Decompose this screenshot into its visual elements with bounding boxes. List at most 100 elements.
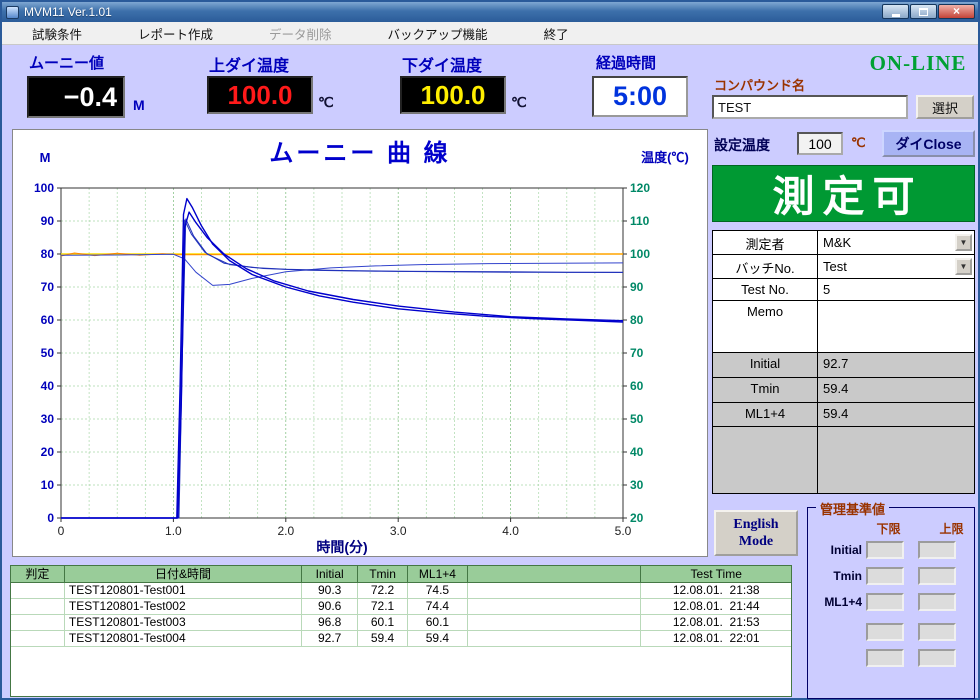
limit-input-upper[interactable]	[918, 623, 956, 641]
limits-headers: 下限 上限	[870, 520, 970, 537]
svg-text:60: 60	[630, 379, 644, 393]
set-temp-input[interactable]: 100	[797, 132, 843, 155]
svg-text:40: 40	[630, 445, 644, 459]
operator-label: 測定者	[713, 231, 818, 254]
menu-item[interactable]: 終了	[530, 21, 583, 46]
fields-filler	[818, 427, 974, 493]
set-temp-unit: ℃	[851, 135, 866, 151]
results-table: 判定日付&時間InitialTminML1+4Test Time TEST120…	[10, 565, 792, 697]
compound-name-input[interactable]: TEST	[712, 95, 908, 119]
limit-input-upper[interactable]	[918, 567, 956, 585]
set-temp-label: 設定温度	[714, 135, 770, 155]
lower-limit-header: 下限	[870, 520, 907, 537]
die-close-button[interactable]: ダイClose	[882, 130, 975, 157]
close-button[interactable]: ×	[938, 4, 975, 19]
svg-text:70: 70	[41, 280, 55, 294]
svg-text:110: 110	[630, 214, 650, 228]
maximize-button[interactable]	[910, 4, 937, 19]
tmin-label: Tmin	[713, 378, 818, 402]
window-controls: ×	[882, 4, 975, 19]
fields-filler	[713, 427, 818, 493]
upper-die-display: 100.0	[207, 76, 313, 114]
app-window: MVM11 Ver.1.01 × 試験条件 レポート作成 データ削除 バックアップ機能…	[0, 0, 980, 700]
compound-name-label: コンパウンド名	[714, 75, 805, 94]
results-cell: 74.4	[408, 599, 468, 614]
limit-input-lower[interactable]	[866, 541, 904, 559]
results-cell: 12.08.01. 21:38	[641, 583, 791, 598]
limit-input-upper[interactable]	[918, 649, 956, 667]
results-cell	[11, 631, 65, 646]
svg-text:90: 90	[630, 280, 644, 294]
svg-text:90: 90	[41, 214, 55, 228]
svg-text:100: 100	[630, 247, 650, 261]
svg-text:60: 60	[41, 313, 55, 327]
english-mode-button[interactable]: English Mode	[714, 510, 798, 556]
menu-bar: 試験条件 レポート作成 データ削除 バックアップ機能 終了	[2, 22, 978, 45]
results-cell: 90.6	[302, 599, 358, 614]
table-row[interactable]: TEST120801-Test00290.672.174.412.08.01. …	[11, 599, 791, 615]
results-header-cell: 判定	[11, 566, 65, 582]
results-header-cell	[468, 566, 642, 582]
svg-text:M: M	[40, 150, 51, 165]
upper-die-unit: ℃	[318, 94, 334, 111]
online-status: ON-LINE	[860, 51, 976, 76]
svg-text:4.0: 4.0	[502, 524, 519, 538]
menu-item[interactable]: 試験条件	[18, 21, 96, 46]
svg-text:10: 10	[41, 478, 55, 492]
elapsed-time-label: 経過時間	[596, 52, 656, 73]
english-mode-line2: Mode	[739, 533, 773, 550]
svg-text:1.0: 1.0	[165, 524, 182, 538]
limits-row	[808, 648, 974, 668]
results-body: TEST120801-Test00190.372.274.512.08.01. …	[11, 583, 791, 647]
table-row[interactable]: TEST120801-Test00396.860.160.112.08.01. …	[11, 615, 791, 631]
svg-text:30: 30	[630, 478, 644, 492]
limit-input-lower[interactable]	[866, 593, 904, 611]
lower-die-label: 下ダイ温度	[402, 52, 482, 76]
app-icon	[6, 6, 19, 19]
mooney-chart-svg: 0102030405060708090100203040506070809010…	[13, 130, 709, 558]
svg-text:100: 100	[34, 181, 54, 195]
measurement-fields: 測定者 M&K ▼ バッチNo. Test ▼ Test No. 5 Memo	[712, 230, 975, 494]
results-header-cell: Initial	[302, 566, 358, 582]
initial-value: 92.7	[818, 353, 974, 377]
batch-no-dropdown[interactable]: Test ▼	[818, 255, 974, 278]
svg-text:40: 40	[41, 379, 55, 393]
upper-die-value: 100.0	[227, 80, 292, 111]
title-bar[interactable]: MVM11 Ver.1.01 ×	[2, 2, 978, 22]
svg-text:3.0: 3.0	[390, 524, 407, 538]
limits-row: Initial	[808, 540, 974, 560]
results-cell	[11, 583, 65, 598]
results-header-cell: Test Time	[641, 566, 791, 582]
mooney-unit: M	[133, 97, 145, 113]
lower-die-unit: ℃	[511, 94, 527, 111]
results-header-cell: ML1+4	[408, 566, 468, 582]
limit-input-lower[interactable]	[866, 649, 904, 667]
results-cell: 12.08.01. 21:53	[641, 615, 791, 630]
memo-input[interactable]	[818, 301, 974, 352]
limit-input-upper[interactable]	[918, 541, 956, 559]
compound-select-button[interactable]: 選択	[916, 95, 974, 119]
svg-text:0: 0	[47, 511, 54, 525]
svg-text:時間(分): 時間(分)	[316, 539, 367, 555]
test-no-value[interactable]: 5	[818, 279, 974, 300]
table-row[interactable]: TEST120801-Test00190.372.274.512.08.01. …	[11, 583, 791, 599]
limit-input-lower[interactable]	[866, 567, 904, 585]
svg-text:80: 80	[630, 313, 644, 327]
initial-label: Initial	[713, 353, 818, 377]
limits-row-label: Tmin	[814, 569, 866, 583]
svg-text:70: 70	[630, 346, 644, 360]
limit-input-lower[interactable]	[866, 623, 904, 641]
menu-item[interactable]: レポート作成	[124, 21, 227, 46]
memo-label: Memo	[713, 301, 818, 352]
limit-input-upper[interactable]	[918, 593, 956, 611]
chevron-down-icon[interactable]: ▼	[955, 234, 972, 251]
table-row[interactable]: TEST120801-Test00492.759.459.412.08.01. …	[11, 631, 791, 647]
chevron-down-icon[interactable]: ▼	[955, 258, 972, 275]
menu-item[interactable]: バックアップ機能	[374, 21, 502, 46]
window-title: MVM11 Ver.1.01	[24, 5, 112, 19]
menu-item: データ削除	[255, 21, 346, 46]
results-cell: 96.8	[302, 615, 358, 630]
minimize-button[interactable]	[882, 4, 909, 19]
operator-dropdown[interactable]: M&K ▼	[818, 231, 974, 254]
limits-row: Tmin	[808, 566, 974, 586]
